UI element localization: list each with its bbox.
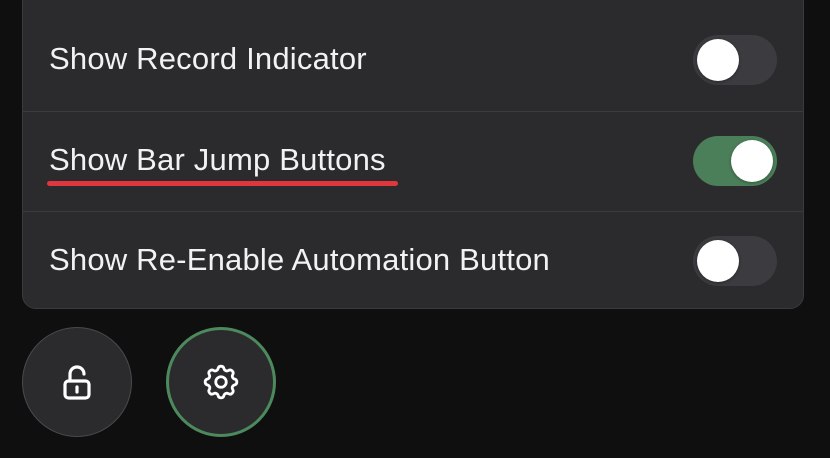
setting-label: Show Bar Jump Buttons: [49, 142, 386, 177]
record-indicator-toggle[interactable]: [693, 35, 777, 85]
toggle-knob: [697, 240, 739, 282]
settings-button[interactable]: [166, 327, 276, 437]
setting-row-record-indicator: Show Record Indicator: [23, 11, 803, 111]
re-enable-automation-toggle[interactable]: [693, 236, 777, 286]
toggle-knob: [731, 140, 773, 182]
highlight-underline: [47, 181, 398, 186]
gear-icon: [203, 364, 239, 400]
bar-jump-buttons-toggle[interactable]: [693, 136, 777, 186]
setting-label: Show Re-Enable Automation Button: [49, 242, 550, 277]
setting-label: Show Record Indicator: [49, 41, 367, 76]
setting-row-re-enable-automation: Show Re-Enable Automation Button: [23, 211, 803, 308]
setting-row-bar-jump-buttons: Show Bar Jump Buttons: [23, 111, 803, 211]
toggle-knob: [697, 39, 739, 81]
unlock-icon: [63, 365, 91, 400]
unlock-button[interactable]: [22, 327, 132, 437]
settings-panel: Show Record Indicator Show Bar Jump Butt…: [22, 0, 804, 309]
